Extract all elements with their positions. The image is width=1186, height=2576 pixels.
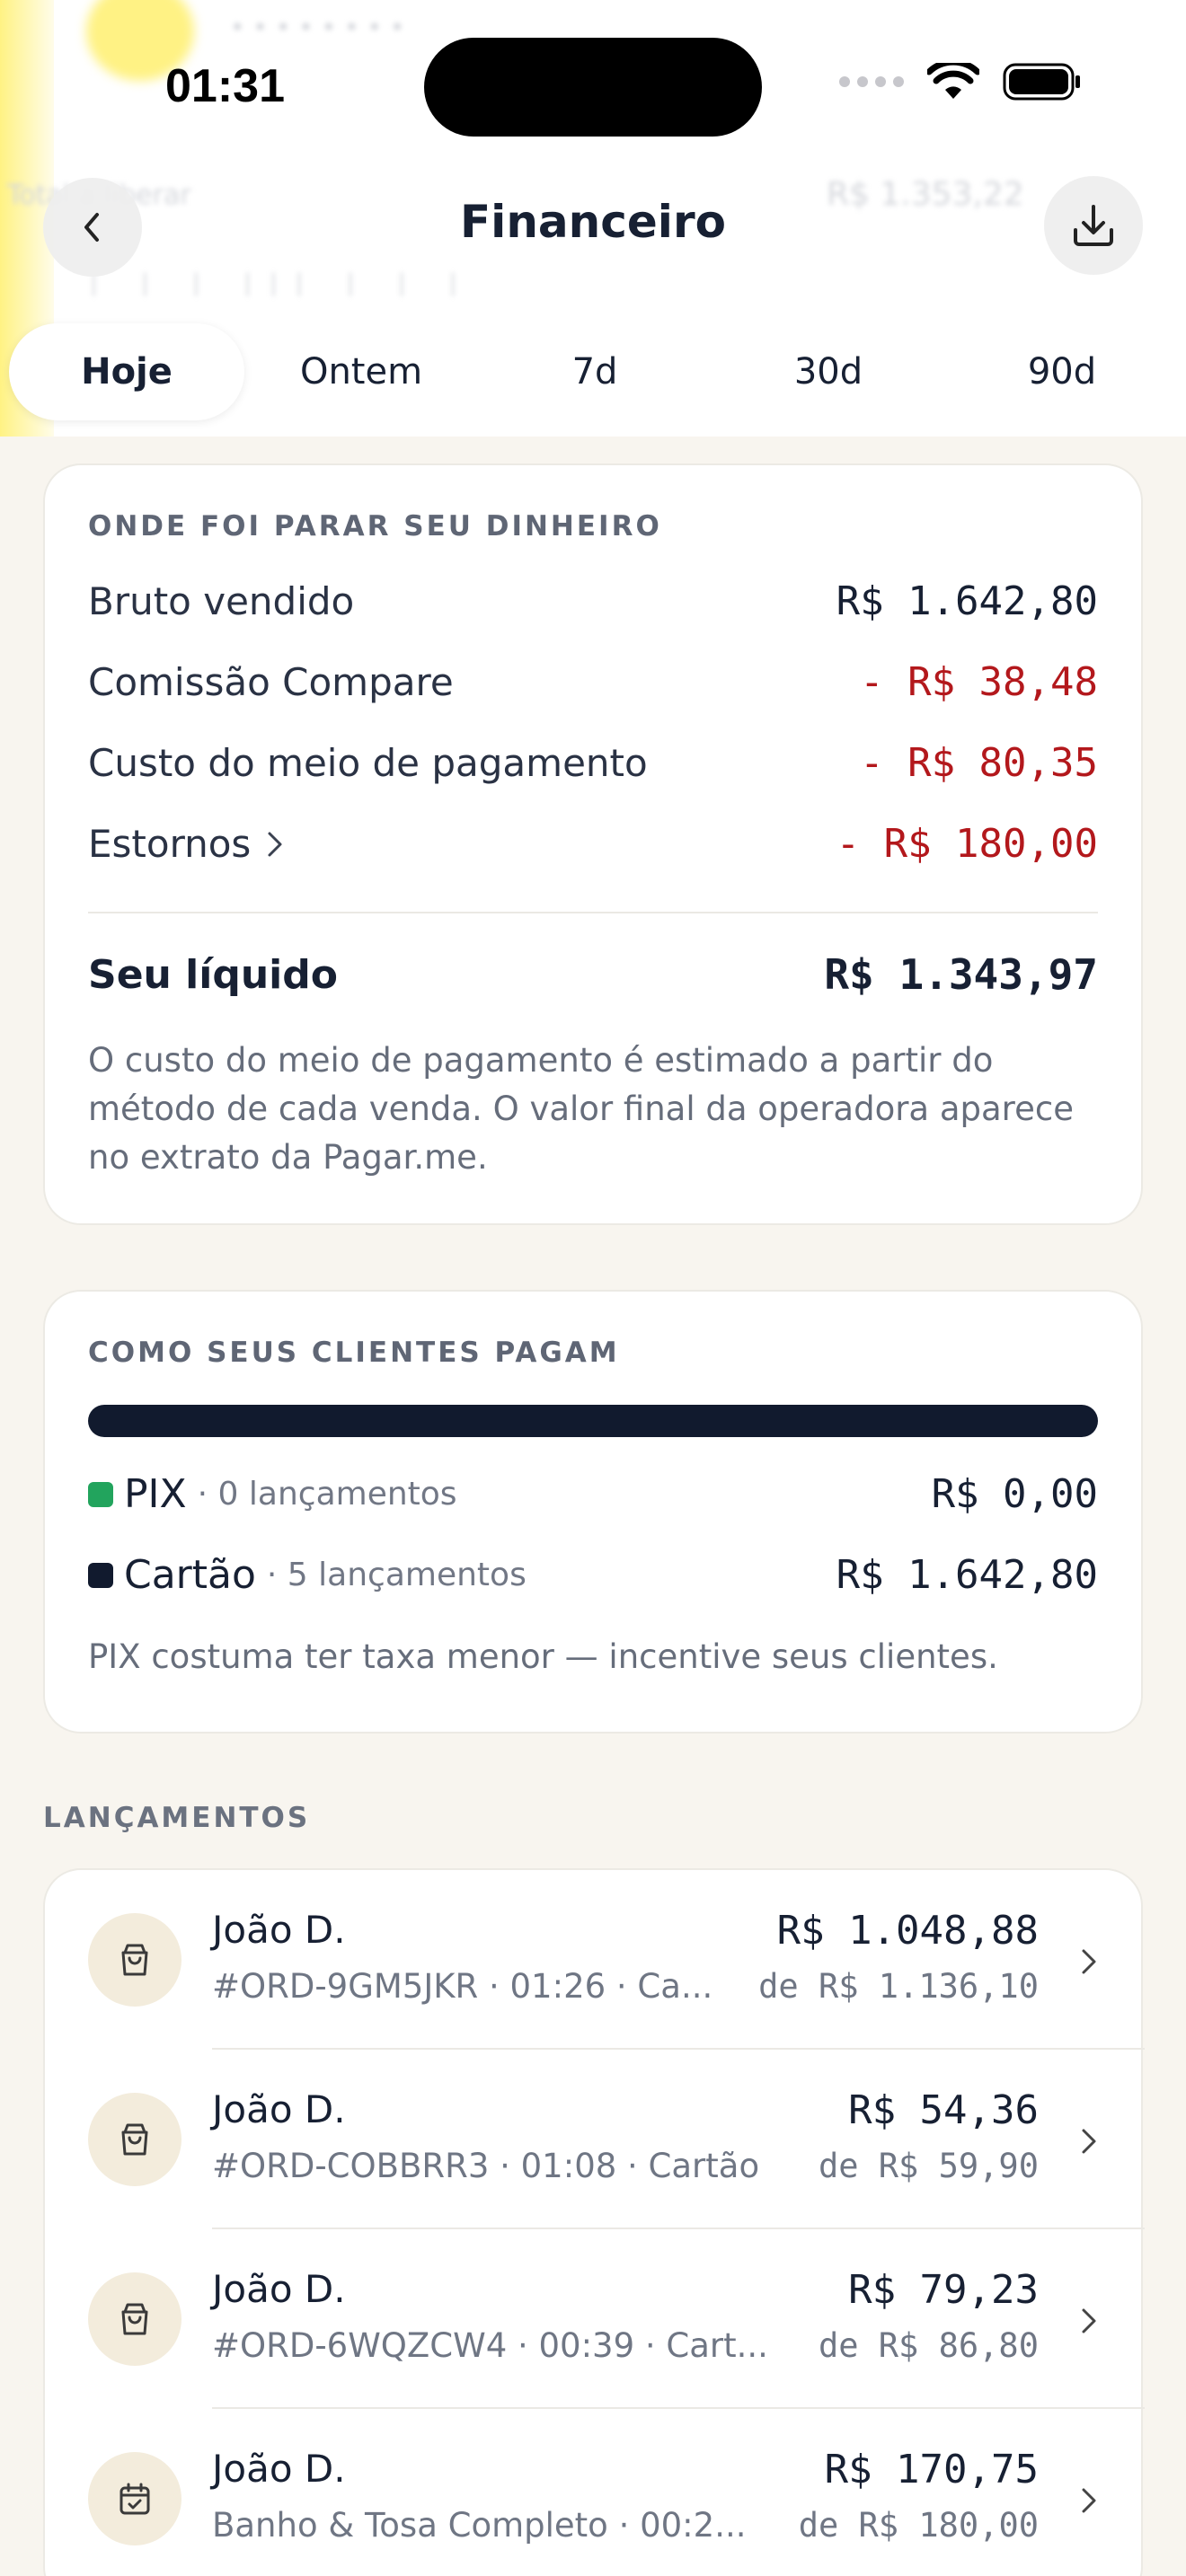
transaction-details: #ORD-9GM5JKR · 01:26 · Ca... bbox=[212, 1967, 713, 2006]
breakdown-value: - R$ 38,48 bbox=[860, 659, 1098, 705]
calendar-check-icon bbox=[88, 2452, 181, 2545]
battery-icon bbox=[1003, 63, 1080, 101]
breakdown-row: Bruto vendido R$ 1.642,80 bbox=[88, 578, 1098, 624]
divider bbox=[88, 912, 1098, 913]
pix-legend-swatch bbox=[88, 1481, 113, 1507]
chevron-right-icon bbox=[1082, 2488, 1096, 2513]
shopping-bag-icon bbox=[88, 1913, 181, 2007]
net-value: R$ 1.343,97 bbox=[824, 950, 1098, 999]
payment-method-name: PIX bbox=[124, 1471, 187, 1517]
estornos-label: Estornos bbox=[88, 822, 252, 866]
money-breakdown-card: ONDE FOI PARAR SEU DINHEIRO Bruto vendid… bbox=[43, 463, 1143, 1225]
tab-7d[interactable]: 7d bbox=[478, 323, 712, 420]
breakdown-value: R$ 1.642,80 bbox=[836, 578, 1098, 624]
transaction-gross-amount: de R$ 59,90 bbox=[818, 2147, 1039, 2185]
breakdown-note: O custo do meio de pagamento é estimado … bbox=[88, 1041, 1074, 1177]
payments-note: PIX costuma ter taxa menor — incentive s… bbox=[88, 1637, 998, 1676]
net-row: Seu líquido R$ 1.343,97 bbox=[88, 950, 1098, 999]
background-ghost-text: • • • • • • • • bbox=[230, 13, 405, 42]
chevron-right-icon bbox=[1082, 2129, 1096, 2154]
chevron-right-icon bbox=[1082, 1949, 1096, 1974]
section-label: COMO SEUS CLIENTES PAGAM bbox=[88, 1337, 620, 1369]
breakdown-row: Comissão Compare - R$ 38,48 bbox=[88, 659, 1098, 705]
transaction-details: Banho & Tosa Completo · 00:2... bbox=[212, 2506, 747, 2545]
breakdown-label[interactable]: Estornos bbox=[88, 822, 285, 866]
background-ghost-text: | | | ||| | | | bbox=[90, 269, 475, 296]
customer-name: João D. bbox=[212, 2447, 346, 2491]
transaction-net-amount: R$ 54,36 bbox=[848, 2087, 1039, 2133]
transaction-details: #ORD-COBBRR3 · 01:08 · Cartão bbox=[212, 2147, 760, 2185]
card-legend-swatch bbox=[88, 1562, 113, 1588]
transactions-list: João D. #ORD-9GM5JKR · 01:26 · Ca... R$ … bbox=[43, 1868, 1145, 2576]
transaction-gross-amount: de R$ 86,80 bbox=[818, 2326, 1039, 2365]
download-button[interactable] bbox=[1044, 176, 1143, 275]
page-title: Financeiro bbox=[460, 196, 726, 248]
customer-name: João D. bbox=[212, 1908, 346, 1952]
status-time: 01:31 bbox=[165, 60, 285, 112]
breakdown-row: Custo do meio de pagamento - R$ 80,35 bbox=[88, 740, 1098, 786]
tab-ontem[interactable]: Ontem bbox=[244, 323, 478, 420]
transaction-row[interactable]: João D. #ORD-COBBRR3 · 01:08 · Cartão R$… bbox=[45, 2050, 1145, 2229]
tab-30d[interactable]: 30d bbox=[712, 323, 945, 420]
transaction-gross-amount: de R$ 1.136,10 bbox=[758, 1967, 1039, 2006]
estornos-row[interactable]: Estornos - R$ 180,00 bbox=[88, 821, 1098, 867]
transaction-details: #ORD-6WQZCW4 · 00:39 · Cart... bbox=[212, 2326, 768, 2365]
payment-method-value: R$ 0,00 bbox=[931, 1471, 1098, 1517]
chevron-right-icon bbox=[268, 832, 282, 856]
breakdown-value: - R$ 80,35 bbox=[860, 740, 1098, 786]
payment-method-value: R$ 1.642,80 bbox=[836, 1552, 1098, 1598]
payment-method-pix: PIX · 0 lançamentos R$ 0,00 bbox=[88, 1471, 1098, 1517]
period-tabs: Hoje Ontem 7d 30d 90d bbox=[0, 323, 1186, 420]
payment-method-card: Cartão · 5 lançamentos R$ 1.642,80 bbox=[88, 1552, 1098, 1598]
transaction-gross-amount: de R$ 180,00 bbox=[798, 2506, 1039, 2545]
tab-hoje[interactable]: Hoje bbox=[9, 323, 244, 420]
shopping-bag-icon bbox=[88, 2272, 181, 2366]
payment-method-name: Cartão bbox=[124, 1552, 256, 1598]
download-icon bbox=[1074, 205, 1113, 246]
breakdown-label: Custo do meio de pagamento bbox=[88, 741, 648, 785]
top-header: • • • • • • • • Total a liberar R$ 1.353… bbox=[0, 0, 1186, 437]
breakdown-label: Bruto vendido bbox=[88, 579, 355, 623]
transaction-row[interactable]: João D. #ORD-6WQZCW4 · 00:39 · Cart... R… bbox=[45, 2229, 1145, 2409]
wifi-icon bbox=[927, 63, 979, 99]
payment-methods-card: COMO SEUS CLIENTES PAGAM PIX · 0 lançame… bbox=[43, 1290, 1143, 1734]
breakdown-label: Comissão Compare bbox=[88, 660, 454, 704]
dynamic-island bbox=[424, 38, 762, 137]
shopping-bag-icon bbox=[88, 2093, 181, 2186]
transaction-row[interactable]: João D. #ORD-9GM5JKR · 01:26 · Ca... R$ … bbox=[45, 1870, 1145, 2050]
payment-share-bar bbox=[88, 1405, 1098, 1437]
transactions-section-label: LANÇAMENTOS bbox=[43, 1802, 311, 1834]
breakdown-value: - R$ 180,00 bbox=[836, 821, 1098, 867]
transaction-net-amount: R$ 79,23 bbox=[848, 2267, 1039, 2313]
cellular-signal-icon bbox=[839, 76, 904, 87]
status-indicators bbox=[839, 63, 1082, 101]
transaction-row[interactable]: João D. Banho & Tosa Completo · 00:2... … bbox=[45, 2409, 1145, 2576]
transaction-net-amount: R$ 1.048,88 bbox=[776, 1908, 1039, 1954]
payment-method-count: · 0 lançamentos bbox=[197, 1476, 457, 1513]
section-label: ONDE FOI PARAR SEU DINHEIRO bbox=[88, 510, 662, 543]
tab-90d[interactable]: 90d bbox=[945, 323, 1179, 420]
customer-name: João D. bbox=[212, 2267, 346, 2311]
chevron-right-icon bbox=[1082, 2308, 1096, 2333]
customer-name: João D. bbox=[212, 2087, 346, 2131]
payment-method-count: · 5 lançamentos bbox=[266, 1557, 527, 1593]
net-label: Seu líquido bbox=[88, 951, 338, 998]
transaction-net-amount: R$ 170,75 bbox=[824, 2447, 1039, 2492]
